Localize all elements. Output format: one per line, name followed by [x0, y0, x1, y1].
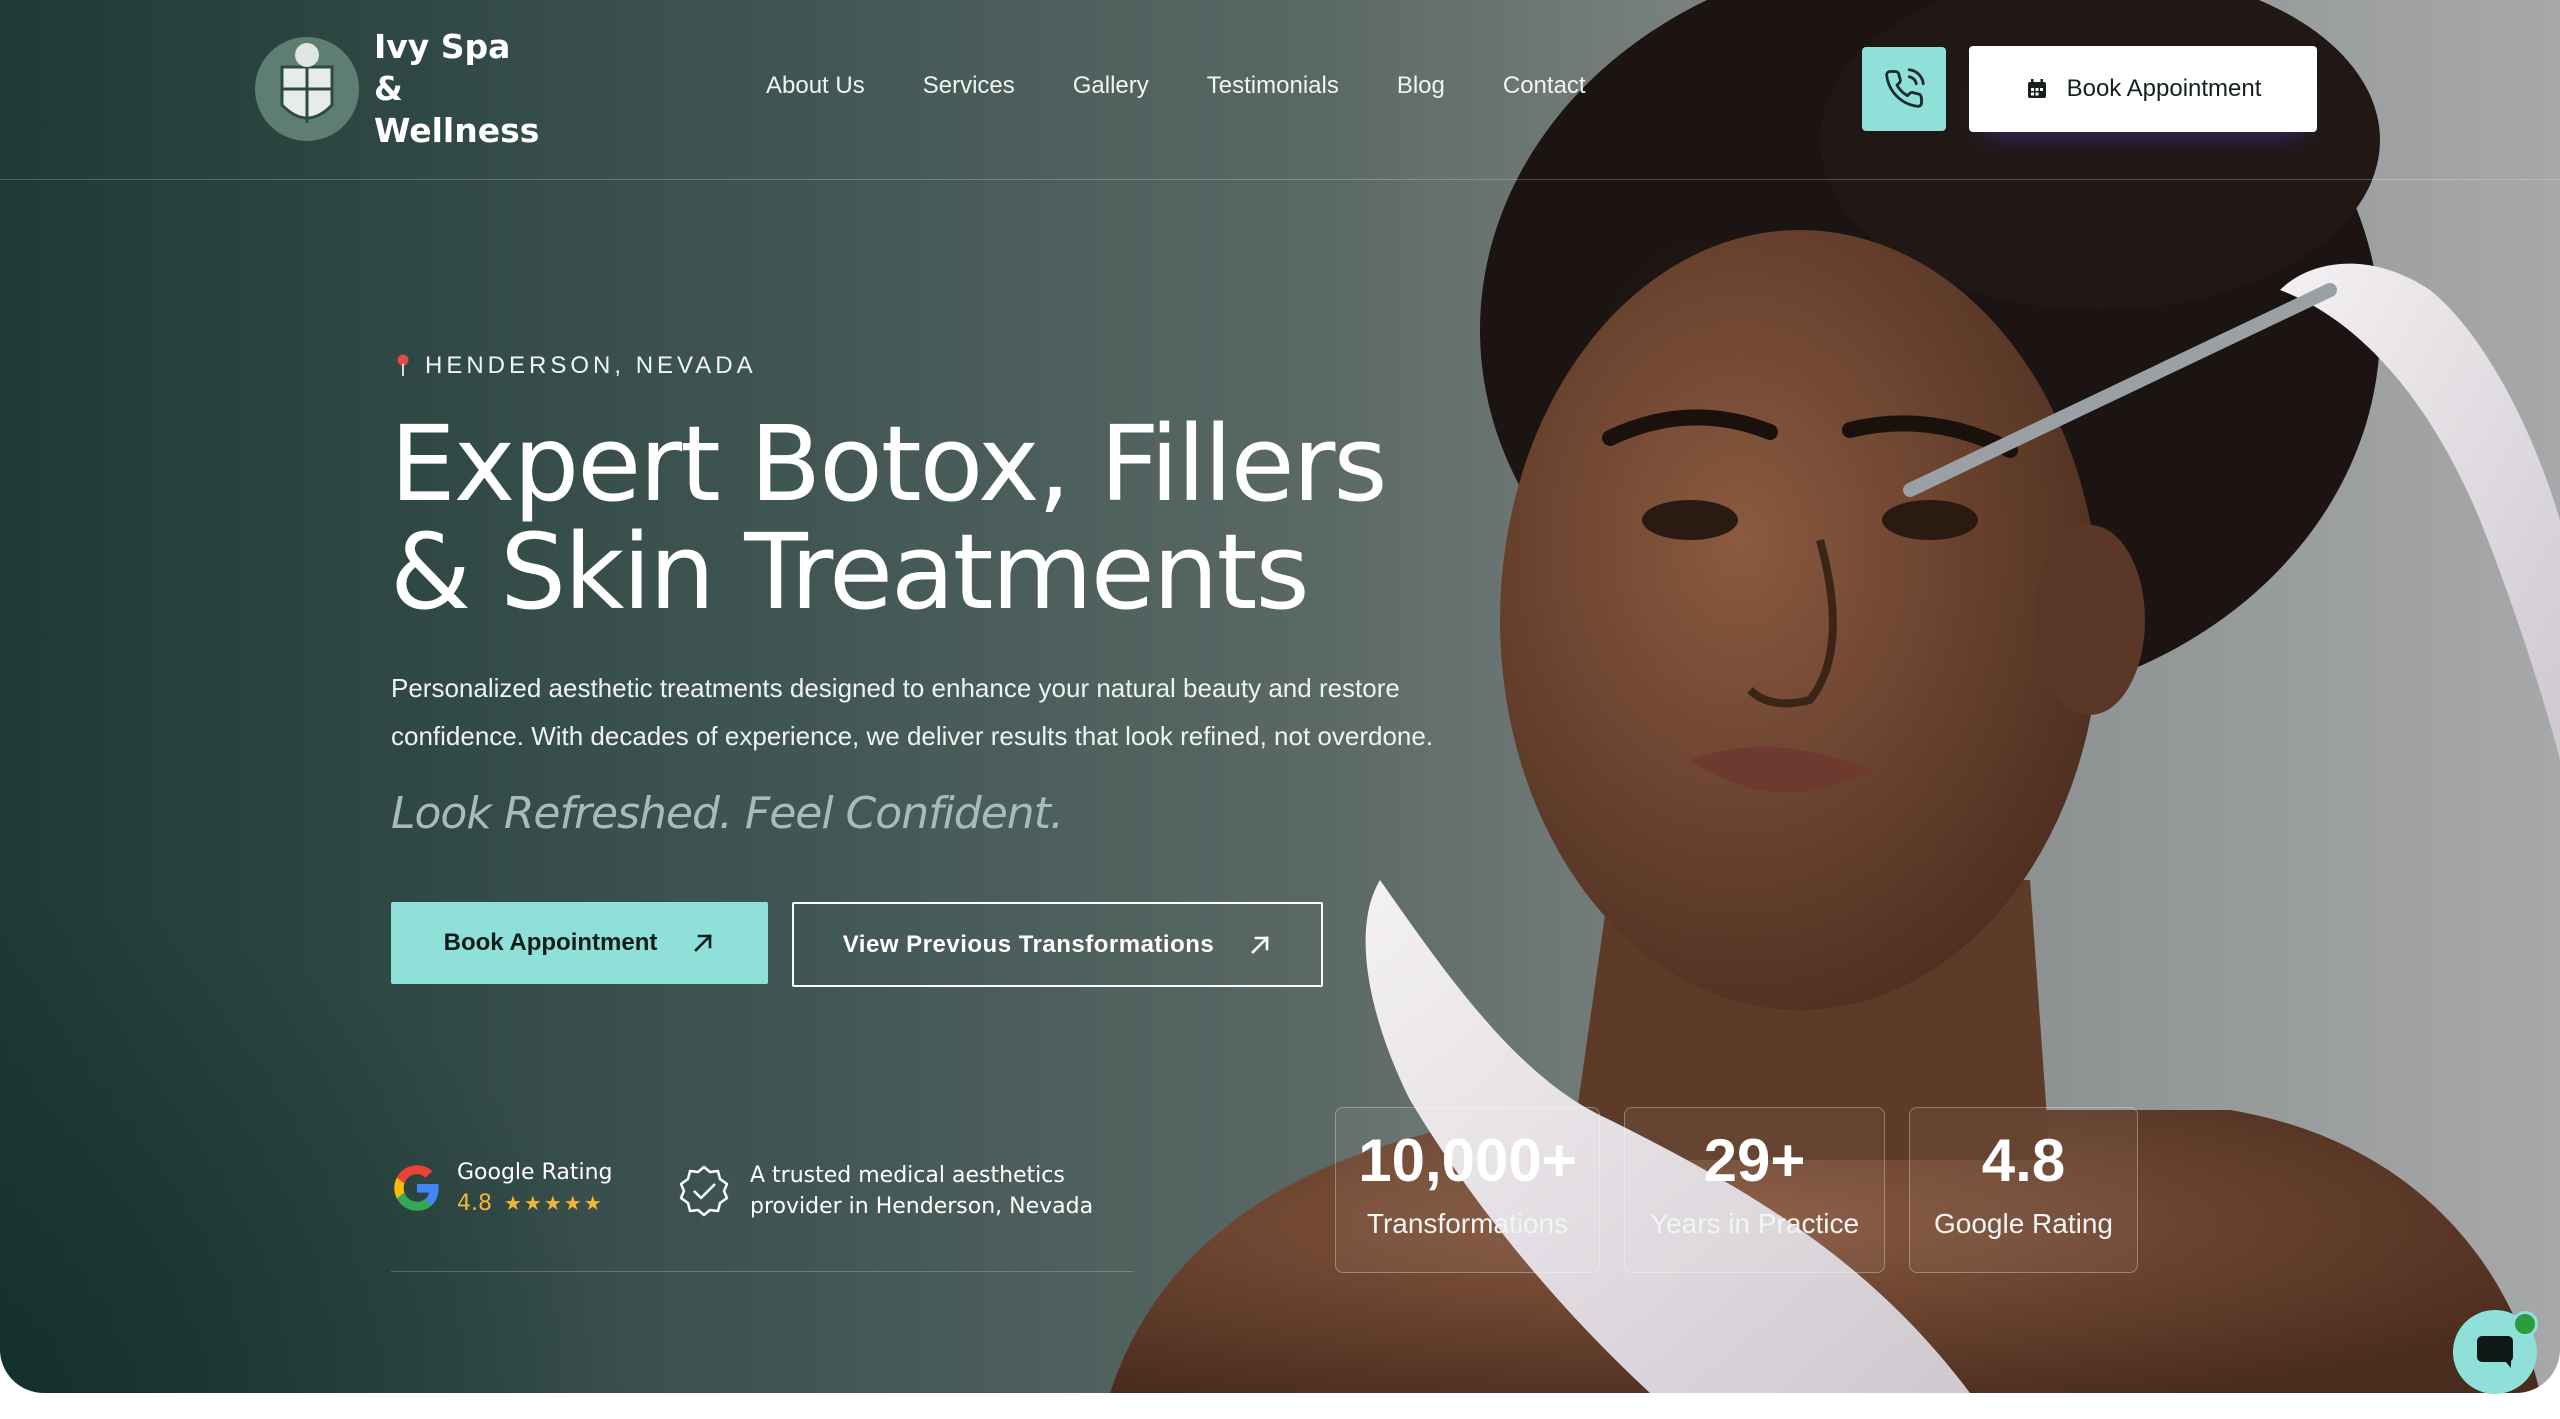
headline-line-1: Expert Botox, Fillers	[390, 403, 1388, 525]
stat-card-transformations: 10,000+ Transformations	[1335, 1107, 1600, 1273]
hero-subtext: Personalized aesthetic treatments design…	[391, 673, 1434, 751]
google-rating-value: 4.8	[457, 1191, 492, 1216]
header-book-appointment-button[interactable]: Book Appointment	[1969, 46, 2317, 132]
nav-gallery[interactable]: Gallery	[1073, 72, 1149, 100]
book-appointment-label: Book Appointment	[443, 929, 658, 956]
view-transformations-button[interactable]: View Previous Transformations	[792, 902, 1323, 987]
headline-line-2: & Skin Treatments	[390, 511, 1310, 633]
arrow-up-right-icon	[1251, 935, 1270, 954]
location-text: HENDERSON, NEVADA	[425, 352, 757, 379]
google-rating-text: Google Rating 4.8 ★★★★★	[457, 1160, 613, 1216]
trust-divider	[391, 1271, 1133, 1272]
hero-section: Ivy Spa & Wellness About Us Services Gal…	[0, 0, 2560, 1393]
google-rating-block: Google Rating 4.8 ★★★★★	[391, 1160, 613, 1216]
trusted-provider-text: A trusted medical aesthetics provider in…	[750, 1163, 1094, 1219]
book-appointment-button[interactable]: Book Appointment	[391, 902, 768, 984]
site-header: Ivy Spa & Wellness About Us Services Gal…	[0, 0, 2560, 180]
main-nav: About Us Services Gallery Testimonials B…	[766, 72, 1586, 100]
arrow-up-right-icon	[694, 934, 713, 952]
brand-name: Ivy Spa & Wellness	[374, 27, 540, 150]
view-transformations-label: View Previous Transformations	[842, 930, 1215, 958]
stat-card-years: 29+ Years in Practice	[1624, 1107, 1885, 1273]
stat-label: Transformations	[1366, 1208, 1569, 1239]
phone-button[interactable]	[1862, 47, 1946, 131]
stat-value: 29+	[1703, 1127, 1806, 1194]
crest-icon	[255, 37, 359, 141]
hero-headline: Expert Botox, Fillers & Skin Treatments	[390, 410, 1490, 626]
stat-card-google-rating: 4.8 Google Rating	[1909, 1107, 2138, 1273]
star-rating-icon: ★★★★★	[504, 1193, 604, 1215]
hero-tagline: Look Refreshed. Feel Confident.	[391, 788, 1064, 839]
verified-badge-icon	[679, 1165, 729, 1217]
chat-bubble-icon	[2477, 1336, 2513, 1368]
map-pin-icon	[397, 354, 409, 376]
stat-label: Google Rating	[1933, 1208, 2113, 1239]
nav-testimonials[interactable]: Testimonials	[1207, 72, 1339, 100]
stat-value: 4.8	[1981, 1127, 2066, 1194]
online-status-dot	[2512, 1311, 2538, 1337]
google-rating-row: 4.8 ★★★★★	[457, 1191, 613, 1216]
stat-label: Years in Practice	[1649, 1208, 1860, 1239]
nav-services[interactable]: Services	[923, 72, 1015, 100]
brand-logo[interactable]: Ivy Spa & Wellness	[248, 26, 544, 152]
trusted-provider-block: A trusted medical aesthetics provider in…	[676, 1160, 1130, 1222]
calendar-icon	[2027, 79, 2046, 98]
stat-value: 10,000+	[1358, 1127, 1577, 1194]
phone-icon	[1885, 68, 1925, 108]
header-book-appointment-label: Book Appointment	[2066, 75, 2262, 102]
google-rating-label: Google Rating	[457, 1160, 613, 1185]
google-g-icon	[394, 1165, 439, 1211]
nav-about-us[interactable]: About Us	[766, 72, 865, 100]
nav-contact[interactable]: Contact	[1503, 72, 1586, 100]
location-label: HENDERSON, NEVADA	[395, 352, 757, 380]
nav-blog[interactable]: Blog	[1397, 72, 1445, 100]
